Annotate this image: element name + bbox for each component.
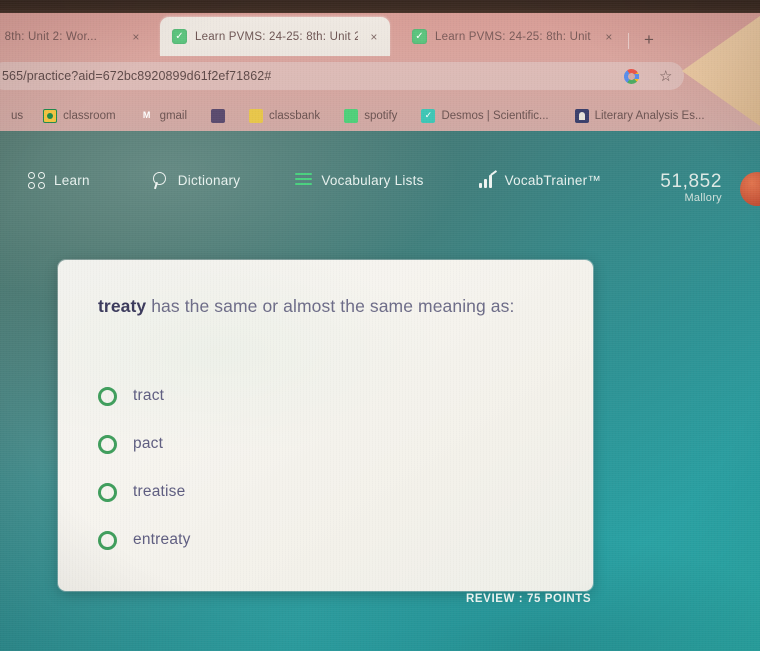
question-prompt: treaty has the same or almost the same m… — [98, 294, 548, 320]
bookmark-star-icon[interactable]: ☆ — [659, 69, 672, 84]
answer-option-label: pact — [133, 435, 164, 452]
bookmark-item-spotify[interactable]: spotify — [337, 106, 404, 126]
radio-icon[interactable] — [98, 482, 117, 502]
nav-item-vocabulary-lists[interactable]: Vocabulary Lists — [295, 173, 423, 188]
answer-option-3[interactable]: treatise — [98, 468, 538, 516]
nav-label: Vocabulary Lists — [321, 172, 424, 188]
bookmark-label: Desmos | Scientific... — [441, 109, 549, 122]
answer-option-label: treatise — [133, 483, 186, 500]
url-text: 565/practice?aid=672bc8920899d61f2ef7186… — [2, 69, 272, 83]
question-word: treaty — [98, 296, 147, 316]
question-prompt-rest: has the same or almost the same meaning … — [146, 296, 515, 316]
desmos-icon: ✓ — [421, 108, 436, 123]
google-account-icon[interactable] — [624, 69, 639, 84]
bookmark-label: spotify — [364, 109, 398, 122]
new-tab-button[interactable]: + — [638, 30, 660, 52]
bookmark-item-classroom[interactable]: classroom — [36, 106, 122, 126]
google-classroom-icon — [43, 108, 58, 123]
browser-tab-1[interactable]: 4-25: 8th: Unit 2: Wor... × — [0, 17, 152, 56]
nav-item-vocabtrainer[interactable]: VocabTrainer™ — [478, 172, 602, 188]
nav-label: VocabTrainer™ — [504, 172, 602, 188]
bookmark-item-gmail[interactable]: M gmail — [133, 106, 194, 126]
address-bar[interactable]: 565/practice?aid=672bc8920899d61f2ef7186… — [0, 62, 684, 90]
screenshot-root: 4-25: 8th: Unit 2: Wor... × ✓ Learn PVMS… — [0, 0, 760, 651]
bookmark-label: gmail — [159, 109, 188, 122]
radio-icon[interactable] — [98, 386, 117, 406]
bookmark-item-globe[interactable] — [204, 106, 238, 126]
bookmark-label: classroom — [63, 109, 116, 122]
nav-item-learn[interactable]: Learn — [28, 171, 90, 189]
omnibox-actions: ☆ — [624, 69, 672, 84]
nav-label: Learn — [54, 172, 90, 188]
app-nav-bar: Learn Dictionary Vocabulary Lists VocabT… — [0, 153, 760, 207]
avatar[interactable] — [740, 172, 760, 206]
tab-divider — [628, 33, 629, 49]
bookmark-label: Literary Analysis Es... — [594, 109, 705, 122]
tab-close-icon[interactable]: × — [601, 30, 617, 44]
score-display[interactable]: 51,852 Mallory — [660, 171, 722, 205]
answer-option-1[interactable]: tract — [98, 372, 538, 420]
question-card: treaty has the same or almost the same m… — [58, 260, 593, 591]
grid-dots-icon — [28, 171, 45, 189]
radio-icon[interactable] — [98, 530, 117, 550]
radio-icon[interactable] — [98, 434, 117, 454]
omnibox-row: 565/practice?aid=672bc8920899d61f2ef7186… — [0, 57, 760, 95]
tab-title: 4-25: 8th: Unit 2: Wor... — [0, 30, 98, 43]
literary-analysis-icon — [574, 108, 589, 123]
bookmark-item-us[interactable]: us — [0, 106, 30, 126]
score-username: Mallory — [684, 192, 722, 205]
bookmarks-bar: us classroom M gmail classbank spotify ✓… — [0, 98, 760, 133]
gmail-icon: M — [142, 110, 151, 120]
generic-icon — [0, 109, 5, 123]
tab-favicon-check-icon: ✓ — [412, 29, 427, 44]
nav-label: Dictionary — [177, 172, 241, 188]
monitor-bezel — [0, 0, 760, 14]
tab-close-icon[interactable]: × — [366, 30, 382, 44]
classbank-icon — [249, 108, 264, 123]
browser-tab-2[interactable]: ✓ Learn PVMS: 24-25: 8th: Unit 2 × — [160, 17, 390, 56]
tab-title: Learn PVMS: 24-25: 8th: Unit 2 — [195, 30, 358, 43]
spotify-icon — [344, 108, 359, 123]
nav-item-dictionary[interactable]: Dictionary — [152, 171, 241, 189]
tab-favicon-check-icon: ✓ — [172, 29, 187, 44]
bookmark-item-classbank[interactable]: classbank — [242, 106, 327, 126]
browser-tab-3[interactable]: ✓ Learn PVMS: 24-25: 8th: Unit 2 × — [400, 17, 625, 56]
answer-option-label: tract — [133, 387, 165, 404]
tab-close-icon[interactable]: × — [128, 30, 144, 44]
globe-icon — [211, 108, 226, 123]
status-badge: REVIEW : 75 POINTS — [466, 593, 592, 605]
bar-chart-icon — [478, 173, 496, 188]
magnifier-icon — [152, 171, 169, 189]
bookmark-label: us — [11, 109, 24, 122]
bookmark-label: classbank — [269, 109, 321, 122]
answer-option-4[interactable]: entreaty — [98, 516, 538, 564]
page-viewport: Learn Dictionary Vocabulary Lists VocabT… — [0, 131, 760, 651]
answer-options: tract pact treatise entreaty — [98, 372, 538, 564]
bookmark-item-desmos[interactable]: ✓ Desmos | Scientific... — [414, 106, 555, 126]
tab-title: Learn PVMS: 24-25: 8th: Unit 2 — [435, 30, 593, 43]
answer-option-label: entreaty — [133, 531, 191, 548]
browser-tab-strip: 4-25: 8th: Unit 2: Wor... × ✓ Learn PVMS… — [0, 13, 760, 56]
answer-option-2[interactable]: pact — [98, 420, 538, 468]
bookmark-item-literary-analysis[interactable]: Literary Analysis Es... — [568, 106, 712, 126]
list-lines-icon — [295, 173, 313, 187]
score-points: 51,852 — [660, 171, 722, 192]
